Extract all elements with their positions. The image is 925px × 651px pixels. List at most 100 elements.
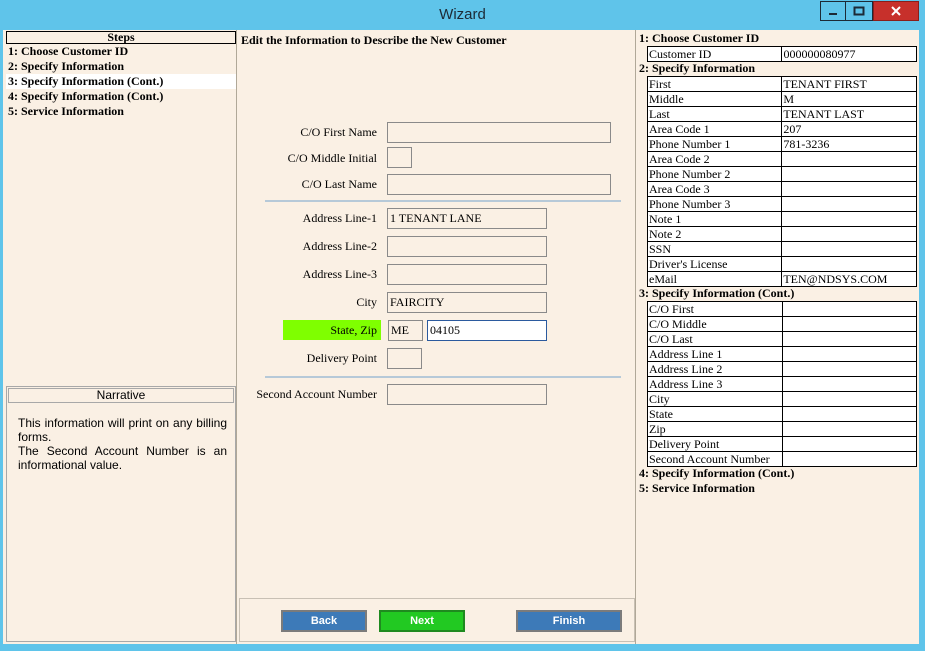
title-bar: Wizard (0, 0, 925, 30)
minimize-button[interactable] (820, 1, 846, 21)
summary-key: Address Line 3 (647, 376, 783, 392)
delivery-point-input[interactable] (387, 348, 422, 369)
summary-value (781, 406, 918, 422)
co-middle-initial-label: C/O Middle Initial (287, 151, 377, 165)
summary-key: Note 2 (646, 226, 783, 242)
form-title: Edit the Information to Describe the New… (241, 33, 507, 47)
summary-row: Customer ID 000000080977 (646, 46, 917, 62)
summary-key: Area Code 1 (646, 121, 783, 137)
summary-section-3-title: 3: Specify Information (Cont.) (639, 286, 795, 300)
state-input[interactable]: ME (388, 320, 423, 341)
summary-row: Last TENANT LAST (646, 106, 917, 122)
summary-row: Phone Number 1 781-3236 (646, 136, 917, 152)
step-item-2[interactable]: 2: Specify Information (6, 59, 236, 74)
summary-value (781, 166, 917, 182)
address-line-1-input[interactable]: 1 TENANT LANE (387, 208, 547, 229)
summary-row: SSN (646, 241, 917, 257)
address-line-2-label: Address Line-2 (302, 239, 377, 253)
summary-key: Second Account Number (647, 451, 783, 467)
summary-value: 781-3236 (781, 136, 917, 152)
summary-value (781, 391, 918, 407)
summary-value: 207 (781, 121, 917, 137)
summary-value: TENANT LAST (781, 106, 917, 122)
summary-row: Note 2 (646, 226, 917, 242)
summary-key: Phone Number 1 (646, 136, 783, 152)
step-item-5[interactable]: 5: Service Information (6, 104, 236, 119)
summary-row: Zip (647, 421, 918, 437)
second-account-input[interactable] (387, 384, 547, 405)
summary-key: eMail (646, 271, 783, 287)
back-button[interactable]: Back (281, 610, 367, 632)
summary-value (781, 436, 918, 452)
narrative-title: Narrative (8, 388, 234, 403)
summary-panel: 1: Choose Customer ID Customer ID 0000000… (637, 30, 919, 644)
narrative-panel: Narrative This information will print on… (6, 386, 236, 642)
summary-key: Phone Number 2 (646, 166, 783, 182)
summary-table-1: Customer ID 000000080977 (646, 46, 917, 62)
summary-row: Phone Number 2 (646, 166, 917, 182)
step-item-1[interactable]: 1: Choose Customer ID (6, 44, 236, 59)
summary-value (781, 241, 917, 257)
summary-key: Note 1 (646, 211, 783, 227)
summary-row: eMail TEN@NDSYS.COM (646, 271, 917, 287)
summary-value (781, 376, 918, 392)
state-zip-label: State, Zip (283, 320, 381, 340)
separator-2 (265, 376, 621, 378)
maximize-button[interactable] (846, 1, 873, 21)
summary-value (781, 226, 917, 242)
summary-row: C/O First (647, 301, 918, 317)
summary-row: City (647, 391, 918, 407)
close-button[interactable] (873, 1, 919, 21)
summary-row: Driver's License (646, 256, 917, 272)
summary-value (781, 181, 917, 197)
narrative-line-2: The Second Account Number is an informat… (18, 444, 227, 472)
summary-key: City (647, 391, 783, 407)
summary-row: Middle M (646, 91, 917, 107)
summary-value (781, 196, 917, 212)
summary-value (781, 151, 917, 167)
steps-header: Steps (6, 31, 236, 44)
steps-panel: Steps 1: Choose Customer ID 2: Specify I… (6, 31, 236, 383)
summary-value (781, 361, 918, 377)
summary-section-5-title: 5: Service Information (639, 481, 755, 495)
summary-row: Phone Number 3 (646, 196, 917, 212)
summary-table-3: C/O First C/O Middle C/O Last Address Line … (647, 301, 918, 467)
summary-row: Delivery Point (647, 436, 918, 452)
address-line-1-label: Address Line-1 (302, 211, 377, 225)
summary-key: C/O First (647, 301, 783, 317)
summary-key: C/O Middle (647, 316, 783, 332)
summary-value (781, 211, 917, 227)
summary-row: Address Line 2 (647, 361, 918, 377)
summary-table-2: First TENANT FIRST Middle M Last TENANT LAST A… (646, 76, 917, 287)
address-line-3-input[interactable] (387, 264, 547, 285)
finish-button[interactable]: Finish (516, 610, 622, 632)
address-line-3-label: Address Line-3 (302, 267, 377, 281)
summary-section-2-title: 2: Specify Information (639, 61, 755, 75)
zip-input[interactable]: 04105 (427, 320, 547, 341)
co-last-name-input[interactable] (387, 174, 611, 195)
summary-key: Address Line 1 (647, 346, 783, 362)
wizard-button-bar: Back Next Finish (239, 598, 635, 642)
summary-value: M (781, 91, 917, 107)
summary-key: Zip (647, 421, 783, 437)
co-middle-initial-input[interactable] (387, 147, 412, 168)
summary-row: Note 1 (646, 211, 917, 227)
step-item-3[interactable]: 3: Specify Information (Cont.) (6, 74, 236, 89)
summary-row: Address Line 1 (647, 346, 918, 362)
summary-value (781, 331, 918, 347)
summary-key: Area Code 3 (646, 181, 783, 197)
co-last-name-label: C/O Last Name (301, 177, 377, 191)
summary-row: First TENANT FIRST (646, 76, 917, 92)
summary-value (781, 316, 918, 332)
co-first-name-input[interactable] (387, 122, 611, 143)
next-button[interactable]: Next (379, 610, 465, 632)
summary-value: TEN@NDSYS.COM (781, 271, 917, 287)
step-item-4[interactable]: 4: Specify Information (Cont.) (6, 89, 236, 104)
summary-row: Area Code 2 (646, 151, 917, 167)
summary-value (781, 451, 918, 467)
window-title: Wizard (439, 6, 486, 23)
city-input[interactable]: FAIRCITY (387, 292, 547, 313)
summary-key: Delivery Point (647, 436, 783, 452)
summary-key: C/O Last (647, 331, 783, 347)
address-line-2-input[interactable] (387, 236, 547, 257)
